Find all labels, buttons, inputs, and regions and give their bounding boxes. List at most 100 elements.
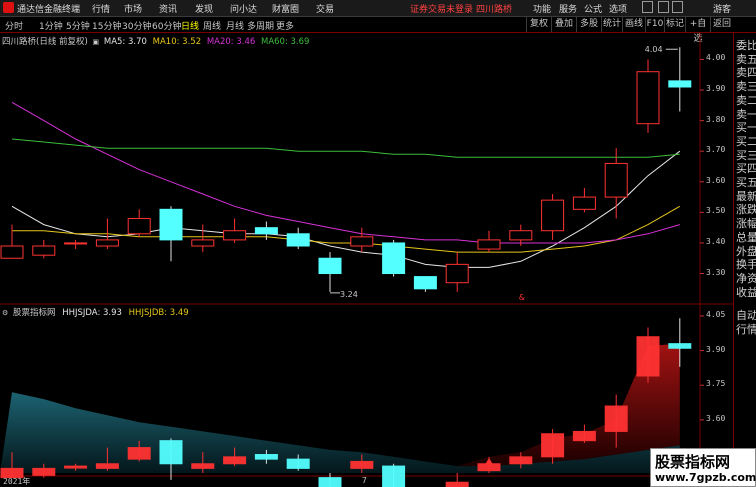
menu-item-ask[interactable]: 问小达 bbox=[230, 2, 257, 15]
period-tab-1min[interactable]: 1分钟 bbox=[39, 19, 63, 32]
indicator-bar-up bbox=[445, 481, 469, 487]
tool-mark-button[interactable]: 标记 bbox=[664, 17, 685, 32]
period-tab-multi[interactable]: 多周期 bbox=[247, 19, 274, 32]
menu-item-service[interactable]: 服务 bbox=[559, 2, 577, 15]
stock-name-title: 四川路桥 bbox=[476, 5, 513, 15]
candle-body-up bbox=[445, 263, 469, 284]
tool-stats-button[interactable]: 统计 bbox=[601, 17, 622, 32]
high-price-label: 4.04 bbox=[645, 45, 663, 54]
minimize-icon[interactable] bbox=[642, 1, 653, 13]
indicator-bar-up bbox=[350, 460, 374, 469]
period-tab-monthly[interactable]: 月线 bbox=[226, 19, 244, 32]
price-tick-label: 3.90 bbox=[706, 84, 726, 94]
menu-item-market[interactable]: 市场 bbox=[124, 2, 142, 15]
maximize-icon[interactable] bbox=[672, 1, 683, 13]
menu-item-news[interactable]: 资讯 bbox=[159, 2, 177, 15]
period-tab-15min[interactable]: 15分钟 bbox=[92, 19, 121, 32]
indicator-bar-up bbox=[127, 447, 151, 460]
indicator-bar-up bbox=[509, 456, 533, 465]
candle-body-up bbox=[127, 217, 151, 235]
ma60-line bbox=[11, 138, 680, 158]
period-tab-30min[interactable]: 30分钟 bbox=[122, 19, 151, 32]
candle bbox=[477, 230, 501, 253]
price-tick-label: 3.30 bbox=[706, 267, 726, 277]
menu-item-discover[interactable]: 发现 bbox=[195, 2, 213, 15]
price-tick-label: 3.50 bbox=[706, 206, 726, 216]
candle-body-down bbox=[286, 233, 310, 247]
indicator-bar-down bbox=[318, 477, 342, 487]
candle bbox=[382, 239, 406, 277]
candlestick-series bbox=[0, 47, 692, 292]
low-price-label: 3.24 bbox=[340, 290, 358, 299]
guest-label[interactable]: 游客 bbox=[713, 2, 731, 15]
app-title: 通达信金融终端 bbox=[17, 5, 81, 15]
indicator-bar-up bbox=[636, 336, 660, 377]
watermark-url: www.7gpzb.com bbox=[655, 471, 756, 484]
side-item: 收益 bbox=[736, 285, 756, 299]
menu-item-formula[interactable]: 公式 bbox=[584, 2, 602, 15]
candle-body-up bbox=[572, 196, 596, 210]
tool-add-watchlist-button[interactable]: +自选 bbox=[685, 17, 710, 44]
candle bbox=[350, 227, 374, 253]
menu-item-quotes[interactable]: 行情 bbox=[92, 2, 110, 15]
menu-item-trade[interactable]: 交易 bbox=[316, 2, 334, 15]
candle bbox=[445, 252, 469, 292]
candle bbox=[159, 206, 183, 262]
indicator-bar-up bbox=[95, 463, 119, 469]
candle-body-up bbox=[223, 230, 247, 241]
indicator-bar bbox=[445, 473, 469, 487]
period-tab-daily[interactable]: 日线 bbox=[181, 19, 199, 32]
period-tab-weekly[interactable]: 周线 bbox=[203, 19, 221, 32]
ma20-line bbox=[11, 101, 680, 244]
restore-icon[interactable] bbox=[658, 1, 669, 13]
tool-overlay-button[interactable]: 叠加 bbox=[551, 17, 576, 32]
candle bbox=[32, 239, 56, 259]
top-menu-bar: 通达信金融终端 行情 市场 资讯 发现 问小达 财富圈 交易 证券交易未登录 四… bbox=[0, 0, 756, 17]
candle bbox=[191, 224, 215, 253]
indicator-tick-label: 3.90 bbox=[706, 344, 726, 354]
menu-item-function[interactable]: 功能 bbox=[533, 2, 551, 15]
price-tick-label: 3.60 bbox=[706, 175, 726, 185]
indicator-bar-down bbox=[159, 440, 183, 465]
candle-body-up bbox=[636, 71, 660, 125]
watermark: 股票指标网 www.7gpzb.com bbox=[650, 448, 756, 487]
tool-draw-button[interactable]: 画线 bbox=[622, 17, 645, 32]
candle-body-up bbox=[509, 230, 533, 241]
indicator-tick-label: 3.75 bbox=[706, 379, 726, 389]
login-notice[interactable]: 证券交易未登录 bbox=[410, 2, 473, 15]
candle-body-up bbox=[477, 239, 501, 250]
tool-back-button[interactable]: 返回 bbox=[710, 17, 733, 32]
period-tab-more[interactable]: 更多 bbox=[276, 19, 294, 32]
indicator-bar-down bbox=[286, 458, 310, 469]
indicator-bar-up bbox=[223, 456, 247, 465]
period-tab-intraday[interactable]: 分时 bbox=[5, 19, 23, 32]
side-lower-item[interactable]: 行情 bbox=[736, 321, 756, 337]
candle bbox=[604, 148, 628, 219]
indicator-bar-up bbox=[572, 430, 596, 442]
candle bbox=[636, 59, 660, 133]
menu-item-wealth[interactable]: 财富圈 bbox=[272, 2, 299, 15]
menu-item-options[interactable]: 选项 bbox=[609, 2, 627, 15]
tool-adjust-button[interactable]: 复权 bbox=[526, 17, 551, 32]
candle-body-up bbox=[350, 236, 374, 247]
kline-chart[interactable]: 4.04 3.24 & bbox=[0, 33, 733, 487]
price-tick-label: 3.40 bbox=[706, 236, 726, 246]
period-tab-60min[interactable]: 60分钟 bbox=[152, 19, 181, 32]
candle-body-up bbox=[64, 242, 88, 245]
indicator-tick-label: 3.60 bbox=[706, 413, 726, 423]
period-tab-5min[interactable]: 5分钟 bbox=[66, 19, 90, 32]
candle-body-up bbox=[0, 245, 24, 259]
candle bbox=[127, 209, 151, 237]
x-axis-month-label: 7 bbox=[362, 476, 367, 485]
candle-body-up bbox=[604, 162, 628, 198]
indicator-area bbox=[0, 343, 680, 473]
candle bbox=[0, 224, 24, 259]
tool-f10-button[interactable]: F10 bbox=[645, 17, 664, 32]
indicator-bar-up bbox=[64, 465, 88, 469]
tool-multi-stock-button[interactable]: 多股 bbox=[576, 17, 601, 32]
candle-body-up bbox=[32, 245, 56, 256]
candle-body-up bbox=[95, 239, 119, 247]
indicator-bar-up bbox=[32, 467, 56, 476]
x-axis-year-label: 2021年 bbox=[3, 477, 31, 486]
indicator-bar bbox=[382, 463, 406, 487]
